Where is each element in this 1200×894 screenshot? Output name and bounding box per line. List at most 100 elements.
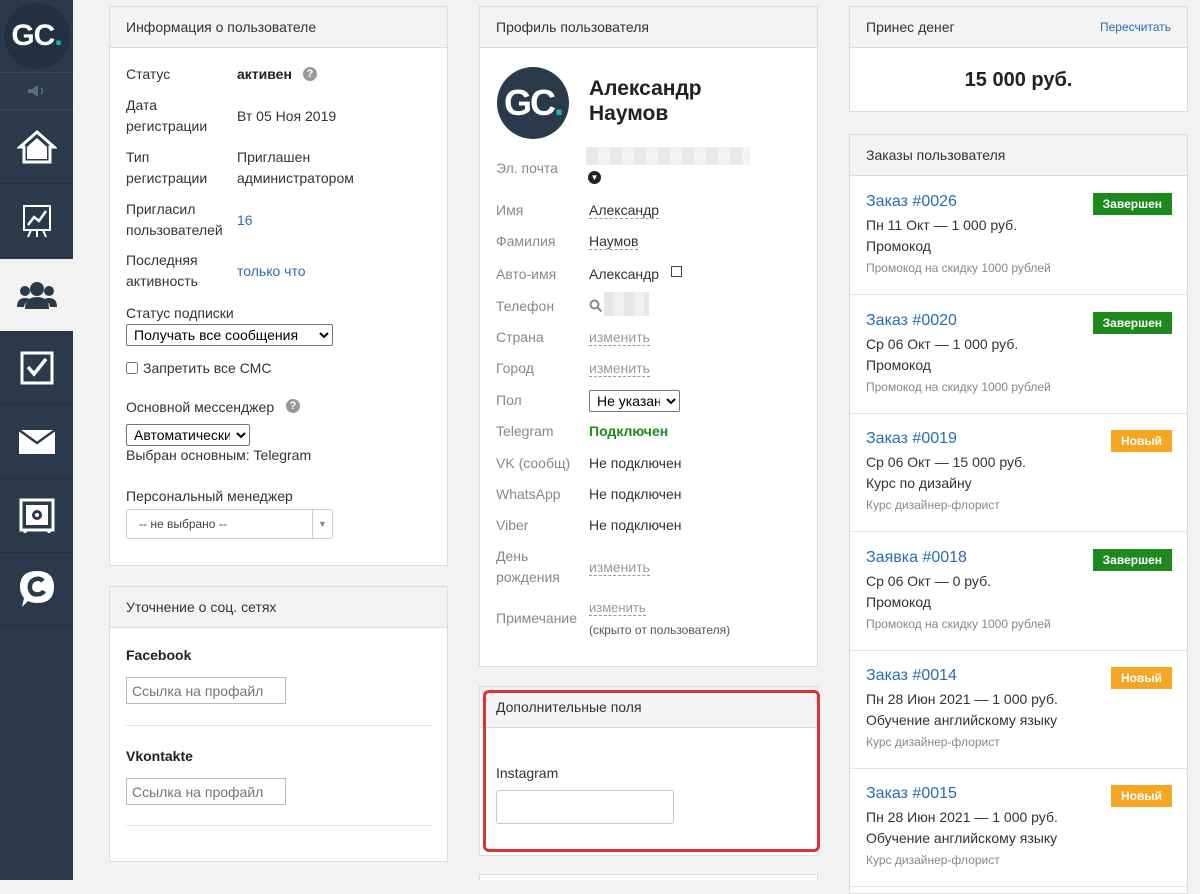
recalc-link[interactable]: Пересчитать [1100,20,1171,34]
user-info-panel: Информация о пользователе Статус активен… [109,6,448,566]
status-badge: Завершен [1092,312,1172,334]
manager-label: Персональный менеджер [126,488,293,504]
birthday-label-2: рождения [496,569,560,585]
note-edit-link[interactable]: изменить [589,600,646,616]
money-amount: 15 000 руб. [964,69,1073,91]
social-title: Уточнение о соц. сетях [126,599,277,615]
note-label: Примечание [496,610,578,626]
gender-select[interactable]: Не указан [589,390,680,412]
phone-label: Телефон [496,298,555,314]
manager-select[interactable]: -- не выбрано -- ▼ [126,509,333,539]
whatsapp-status: Не подключен [589,486,682,502]
status-value: активен [237,66,292,82]
order-offer: Обучение английскому языку [866,830,1058,846]
nav-chat[interactable] [0,553,73,626]
surname-label: Фамилия [496,233,556,249]
status-badge: Новый [1111,785,1172,807]
facebook-input[interactable] [126,677,286,704]
nav-safe[interactable] [0,480,73,553]
facebook-label: Facebook [126,647,192,663]
reg-date-label-2: регистрации [126,118,208,134]
status-label: Статус [126,66,171,82]
last-active-label-2: активность [126,273,198,289]
last-active-value[interactable]: только что [237,263,306,279]
users-icon [16,282,57,309]
autoname-checkbox[interactable] [671,266,682,277]
search-icon[interactable] [589,299,603,313]
vk-input[interactable] [126,778,286,805]
profile-first-name: Александр [589,77,702,100]
orders-title: Заказы пользователя [866,147,1006,163]
chevron-down-icon[interactable]: ▼ [588,171,601,184]
birthday-edit-link[interactable]: изменить [589,559,650,576]
social-panel: Уточнение о соц. сетях Facebook Vkontakt… [109,586,448,862]
city-edit-link[interactable]: изменить [589,360,650,377]
money-panel: Принес денег Пересчитать 15 000 руб. [849,6,1188,112]
order-title-link[interactable]: Заказ #0020 [866,312,957,330]
sidebar: GC. [0,0,73,880]
user-info-title: Информация о пользователе [126,19,317,35]
highlight-frame [483,690,820,852]
order-date-price: Пн 11 Окт — 1 000 руб. [866,217,1018,233]
order-title-link[interactable]: Заказ #0026 [866,193,957,211]
autoname-label: Авто-имя [496,266,557,282]
order-offer: Промокод [866,594,931,610]
sms-label: Запретить все СМС [143,360,272,376]
profile-panel: Профиль пользователя GC. Александр Наумо… [479,6,818,667]
telegram-status: Подключен [589,423,669,439]
order-item[interactable]: Заказ #0026 Пн 11 Окт — 1 000 руб. Промо… [850,177,1187,295]
phone-value-blurred [604,292,649,316]
name-label: Имя [496,202,524,218]
announcement-icon[interactable] [0,72,73,110]
order-item[interactable]: Заявка #0018 Ср 06 Окт — 0 руб. Промокод… [850,533,1187,651]
order-item[interactable]: Заказ #0014 Пн 28 Июн 2021 — 1 000 руб. … [850,651,1187,769]
help-icon[interactable]: ? [303,67,317,81]
country-edit-link[interactable]: изменить [589,329,650,346]
sms-checkbox[interactable] [126,362,138,374]
subscription-label: Статус подписки [126,305,234,321]
nav-users[interactable] [0,259,73,332]
orders-panel: Заказы пользователя Заказ #0026 Пн 11 Ок… [849,134,1188,894]
social-header: Уточнение о соц. сетях [110,587,447,628]
nav-tasks[interactable] [0,332,73,405]
logo-mark: GC. [3,3,70,69]
chevron-down-icon: ▼ [312,510,332,538]
order-product: Промокод на скидку 1000 рублей [866,380,1051,394]
order-title-link[interactable]: Заказ #0015 [866,785,957,803]
subscription-select[interactable]: Получать все сообщения [126,324,333,346]
country-label: Страна [496,329,544,345]
nav-mail[interactable] [0,406,73,479]
order-offer: Обучение английскому языку [866,712,1058,728]
order-title-link[interactable]: Заказ #0014 [866,667,957,685]
autoname-value: Александр [589,266,660,282]
city-label: Город [496,360,534,376]
invited-label-1: Пригласил [126,201,196,217]
order-offer: Промокод [866,238,931,254]
order-title-link[interactable]: Заявка #0018 [866,549,967,567]
manager-value: -- не выбрано -- [139,517,227,531]
mail-icon [17,429,56,454]
home-icon [16,129,57,164]
messenger-help-icon[interactable]: ? [286,399,300,413]
surname-value[interactable]: Наумов [589,233,639,250]
status-badge: Новый [1111,667,1172,689]
next-panel-edge [479,874,818,880]
messenger-select[interactable]: Автоматически [126,424,250,446]
order-title-link[interactable]: Заказ #0019 [866,430,957,448]
invited-count-link[interactable]: 16 [237,212,253,228]
nav-reports[interactable] [0,185,73,258]
order-item[interactable]: Заказ #0020 Ср 06 Окт — 1 000 руб. Промо… [850,296,1187,414]
nav-home[interactable] [0,111,73,184]
order-offer: Курс по дизайну [866,475,972,491]
order-date-price: Пн 28 Июн 2021 — 1 000 руб. [866,809,1058,825]
orders-header: Заказы пользователя [850,135,1187,176]
money-header: Принес денег Пересчитать [850,7,1187,48]
order-item[interactable]: Заказ #0019 Ср 06 Окт — 15 000 руб. Курс… [850,414,1187,532]
logo[interactable]: GC. [0,0,73,72]
messenger-note: Выбран основным: Telegram [126,447,312,463]
avatar[interactable]: GC. [497,67,569,139]
order-date-price: Ср 06 Окт — 0 руб. [866,573,991,589]
name-value[interactable]: Александр [589,202,660,219]
reg-type-label-1: Тип [126,149,150,165]
order-item[interactable]: Заказ #0015 Пн 28 Июн 2021 — 1 000 руб. … [850,769,1187,887]
